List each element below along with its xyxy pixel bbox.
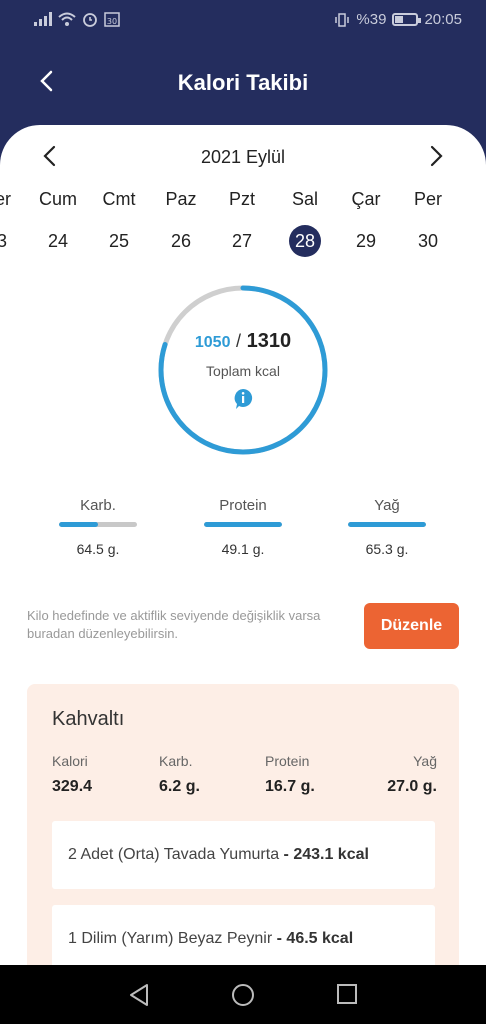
day-date: 29 bbox=[355, 231, 377, 251]
battery-icon bbox=[392, 13, 422, 26]
food-item[interactable]: 2 Adet (Orta) Tavada Yumurta - 243.1 kca… bbox=[52, 821, 435, 889]
food-item[interactable]: 1 Dilim (Yarım) Beyaz Peynir - 46.5 kcal bbox=[52, 905, 435, 965]
meal-stat-label: Kalori bbox=[52, 753, 88, 769]
day-name: Çar bbox=[351, 189, 381, 209]
month-selector: 2021 Eylül bbox=[0, 145, 486, 169]
macro-label: Karb. bbox=[80, 497, 116, 514]
status-icons-right: %39 20:05 bbox=[334, 11, 462, 28]
kcal-separator: / bbox=[236, 331, 242, 351]
day-date: 26 bbox=[170, 231, 192, 251]
food-kcal: - 46.5 kcal bbox=[276, 930, 354, 947]
meal-stat-label: Protein bbox=[265, 753, 310, 769]
food-name: 1 Dilim (Yarım) Beyaz Peynir bbox=[68, 930, 273, 947]
target-kcal: 1310 bbox=[246, 330, 292, 352]
day-item[interactable]: Pzt 27 bbox=[217, 189, 267, 257]
day-date: 27 bbox=[231, 231, 253, 251]
info-icon[interactable] bbox=[233, 388, 253, 410]
day-name: Pzt bbox=[228, 189, 255, 209]
alarm-icon bbox=[83, 13, 97, 27]
status-bar: 30 %39 20:05 bbox=[0, 0, 486, 40]
consumed-kcal: 1050 bbox=[194, 334, 231, 351]
macro-progress-bar bbox=[348, 522, 426, 527]
day-date: 24 bbox=[47, 231, 69, 251]
back-triangle-icon[interactable] bbox=[128, 983, 150, 1007]
macro-fat: Yağ 65.3 g. bbox=[337, 497, 437, 557]
day-name: Per bbox=[413, 189, 442, 209]
day-item-selected[interactable]: Sal 28 bbox=[280, 189, 330, 257]
clock: 20:05 bbox=[424, 11, 462, 28]
day-date: 30 bbox=[417, 231, 439, 251]
food-name: 2 Adet (Orta) Tavada Yumurta bbox=[68, 846, 280, 863]
svg-text:30: 30 bbox=[107, 17, 117, 26]
meal-stat-label: Yağ bbox=[413, 753, 437, 769]
calendar-notification-icon: 30 bbox=[104, 12, 120, 27]
macro-value: 64.5 g. bbox=[76, 541, 120, 557]
macro-progress-bar bbox=[204, 522, 282, 527]
day-item[interactable]: Cum 24 bbox=[33, 189, 83, 257]
meal-title: Kahvaltı bbox=[52, 708, 125, 730]
meal-stat-calorie: Kalori 329.4 bbox=[52, 753, 142, 796]
day-item[interactable]: Per 23 bbox=[0, 189, 22, 257]
day-name: Sal bbox=[291, 189, 318, 209]
wifi-icon bbox=[58, 12, 76, 26]
day-date: 25 bbox=[108, 231, 130, 251]
edit-button[interactable]: Düzenle bbox=[364, 603, 459, 649]
day-date: 28 bbox=[289, 225, 321, 257]
day-item[interactable]: Paz 26 bbox=[156, 189, 206, 257]
status-icons-left: 30 bbox=[34, 11, 120, 27]
recents-square-icon[interactable] bbox=[336, 983, 358, 1005]
meal-stat-protein: Protein 16.7 g. bbox=[265, 753, 355, 796]
day-name: Cmt bbox=[102, 189, 136, 209]
meal-stat-value: 329.4 bbox=[52, 778, 93, 795]
day-strip: Per 23 Cum 24 Cmt 25 Paz 26 Pzt 27 Sal 2… bbox=[0, 189, 486, 259]
calorie-summary: 1050 / 1310 Toplam kcal bbox=[153, 330, 333, 415]
macro-value: 65.3 g. bbox=[365, 541, 409, 557]
macro-label: Protein bbox=[219, 497, 267, 514]
macro-progress-bar bbox=[59, 522, 137, 527]
day-item[interactable]: Per 30 bbox=[403, 189, 453, 257]
meal-stat-label: Karb. bbox=[159, 753, 193, 769]
meal-stat-fat: Yağ 27.0 g. bbox=[347, 753, 437, 796]
vibrate-icon bbox=[335, 12, 350, 27]
day-name: Paz bbox=[165, 189, 197, 209]
meal-stat-value: 27.0 g. bbox=[387, 778, 437, 795]
macro-protein: Protein 49.1 g. bbox=[193, 497, 293, 557]
chevron-right-icon bbox=[430, 145, 443, 167]
macro-value: 49.1 g. bbox=[221, 541, 265, 557]
app-header: Kalori Takibi bbox=[0, 40, 486, 125]
meal-card-breakfast: Kahvaltı Kalori 329.4 Karb. 6.2 g. Prote… bbox=[27, 684, 459, 965]
day-name: Per bbox=[0, 189, 11, 209]
day-date: 23 bbox=[0, 231, 8, 251]
food-kcal: - 243.1 kcal bbox=[283, 846, 369, 863]
page-title: Kalori Takibi bbox=[177, 70, 309, 95]
meal-stat-value: 16.7 g. bbox=[265, 778, 315, 795]
macro-summary: Karb. 64.5 g. Protein 49.1 g. Yağ 65.3 g… bbox=[0, 497, 486, 567]
home-circle-icon[interactable] bbox=[231, 983, 255, 1007]
next-month-button[interactable] bbox=[430, 145, 444, 172]
signal-icon bbox=[34, 12, 52, 26]
total-kcal-label: Toplam kcal bbox=[206, 363, 280, 379]
system-nav-bar bbox=[0, 965, 486, 1024]
month-label: 2021 Eylül bbox=[200, 147, 286, 167]
day-item[interactable]: Cmt 25 bbox=[94, 189, 144, 257]
battery-percent: %39 bbox=[356, 11, 387, 28]
macro-carb: Karb. 64.5 g. bbox=[48, 497, 148, 557]
edit-goal-note: Kilo hedefinde ve aktiflik seviyende değ… bbox=[27, 608, 321, 641]
day-item[interactable]: Çar 29 bbox=[341, 189, 391, 257]
macro-label: Yağ bbox=[374, 497, 400, 514]
meal-stat-carb: Karb. 6.2 g. bbox=[159, 753, 249, 796]
meal-stat-value: 6.2 g. bbox=[159, 778, 200, 795]
day-name: Cum bbox=[38, 189, 77, 209]
content-sheet: 2021 Eylül Per 23 Cum 24 Cmt 25 Paz 26 P… bbox=[0, 125, 486, 965]
